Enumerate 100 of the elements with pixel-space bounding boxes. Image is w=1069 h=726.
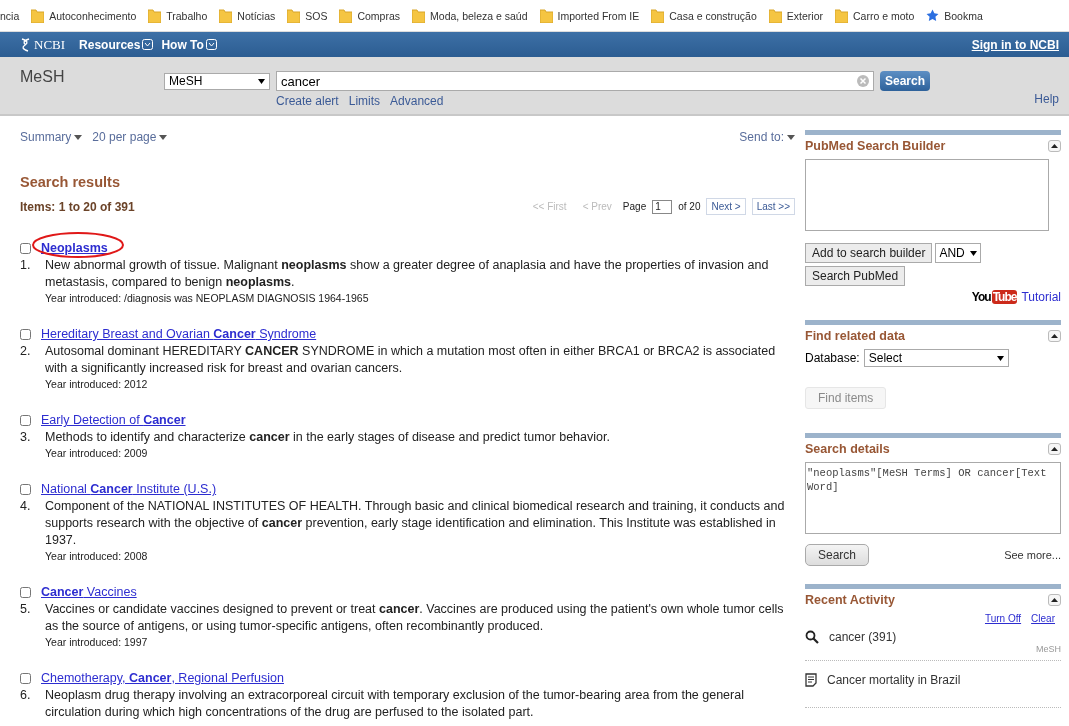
- link[interactable]: Turn Off: [984, 613, 1022, 624]
- send-to-dropdown[interactable]: Send to:: [739, 130, 795, 144]
- folder-icon: [835, 8, 848, 23]
- recent-search-link[interactable]: cancer (391): [829, 630, 897, 644]
- link[interactable]: Create alert: [276, 94, 339, 108]
- bookmark[interactable]: Casa e construção: [651, 8, 757, 23]
- search-pubmed-button[interactable]: Search PubMed: [805, 266, 906, 286]
- pager-button[interactable]: Last >>: [751, 198, 795, 215]
- collapse-icon: [1051, 334, 1058, 338]
- result-number: 1.: [20, 257, 32, 274]
- bookmark[interactable]: Moda, beleza e saúd: [412, 8, 528, 23]
- result-description: New abnormal growth of tissue. Malignant neoplasms show a greater degree of anaplasia and have the properties of invasion and metastasis, compared to benign neoplasms.: [45, 257, 770, 291]
- result-title-link[interactable]: Early Detection of Cancer: [41, 413, 186, 427]
- folder-icon: [148, 8, 162, 23]
- panel-title: Find related data: [805, 329, 906, 343]
- page-label: Page: [622, 201, 647, 212]
- add-button[interactable]: Add to search builder: [805, 243, 933, 263]
- bookmark[interactable]: Autoconhecimento: [31, 8, 137, 23]
- search-field[interactable]: cancer: [276, 71, 874, 91]
- folder-icon: [539, 8, 553, 23]
- dropdown-icon: [996, 355, 1004, 361]
- menu-dropdown[interactable]: How To: [161, 37, 217, 52]
- link[interactable]: Advanced: [390, 94, 444, 108]
- database-title: MeSH: [20, 68, 66, 87]
- result-title-link[interactable]: Cancer Vaccines: [41, 585, 137, 599]
- checkbox[interactable]: [20, 242, 31, 254]
- collapse-icon: [1051, 144, 1058, 148]
- page-field[interactable]: 1: [652, 199, 673, 214]
- collapse-icon: [1051, 598, 1058, 602]
- items-count: Items: 1 to 20 of 391: [20, 199, 135, 214]
- result-number: 6.: [20, 687, 32, 704]
- help-link[interactable]: Help: [1034, 92, 1059, 106]
- bookmark[interactable]: Trabalho: [148, 8, 208, 23]
- collapse-button[interactable]: [1048, 594, 1061, 606]
- ncbi-logo[interactable]: NCBI: [20, 36, 66, 53]
- bookmark[interactable]: Compras: [339, 8, 401, 23]
- query-field[interactable]: "neoplasms"[MeSH Terms] OR cancer[Text Word]: [805, 462, 1061, 534]
- bookmark[interactable]: Bookma: [926, 9, 983, 22]
- pager-button[interactable]: Next >: [706, 198, 746, 215]
- link[interactable]: Limits: [348, 94, 381, 108]
- folder-icon: [31, 8, 45, 23]
- search-icon: [805, 630, 819, 644]
- caret-icon: [159, 134, 168, 140]
- sign-in-link[interactable]: Sign in to NCBI: [971, 37, 1059, 52]
- operator-select[interactable]: AND: [935, 243, 981, 263]
- year-introduced: Year introduced: 2009: [45, 446, 149, 461]
- document-icon: [805, 673, 817, 687]
- folder-icon: [412, 8, 426, 23]
- per-page-dropdown[interactable]: 20 per page: [92, 130, 168, 144]
- checkbox[interactable]: [20, 483, 31, 495]
- panel-title: Recent Activity: [805, 593, 895, 607]
- dropdown-icon: [258, 78, 265, 84]
- result-title-link[interactable]: Chemotherapy, Cancer, Regional Perfusion: [41, 671, 284, 685]
- year-introduced: Year introduced: 2012: [45, 377, 149, 392]
- result-description: Vaccines or candidate vaccines designed to prevent or treat cancer. Vaccines are produced using the patient's own whole tumor cells as the source of antigens, or using tumor-specific antigens, often recombinantly produced.: [45, 601, 785, 635]
- dna-icon: [20, 37, 31, 52]
- tutorial-link[interactable]: Tutorial: [1021, 290, 1061, 304]
- format-dropdown[interactable]: Summary: [20, 130, 83, 144]
- year-introduced: Year introduced: /diagnosis was NEOPLASM DIAGNOSIS 1964-1965: [45, 291, 370, 306]
- link[interactable]: Clear: [1031, 613, 1055, 624]
- bookmark[interactable]: ncia: [0, 9, 20, 22]
- collapse-icon: [1051, 447, 1058, 451]
- result-title-link[interactable]: Hereditary Breast and Ovarian Cancer Syndrome: [41, 327, 317, 341]
- collapse-button[interactable]: [1048, 443, 1061, 455]
- folder-icon: [768, 8, 782, 23]
- bookmark[interactable]: Imported From IE: [539, 8, 640, 23]
- database-select[interactable]: MeSH: [164, 72, 270, 90]
- result-title-link[interactable]: National Cancer Institute (U.S.): [41, 482, 217, 496]
- menu-dropdown[interactable]: Resources: [79, 37, 154, 52]
- bookmark[interactable]: SOS: [287, 8, 328, 23]
- folder-icon: [651, 8, 665, 23]
- recent-item-link[interactable]: Cancer mortality in Brazil: [827, 673, 961, 687]
- result-description: Autosomal dominant HEREDITARY CANCER SYNDROME in which a mutation most often in either BRCA1 or BRCA2 is associated with a significantly increased risk for breast and ovarian cancers.: [45, 343, 777, 377]
- collapse-button[interactable]: [1048, 330, 1061, 342]
- folder-icon: [287, 8, 301, 23]
- search-button[interactable]: Search: [880, 71, 931, 91]
- bookmark[interactable]: Carro e moto: [835, 8, 915, 23]
- result-number: 4.: [20, 498, 32, 515]
- result-number: 3.: [20, 429, 32, 446]
- bookmark[interactable]: Notícias: [219, 8, 276, 23]
- database-label: MeSH: [1035, 644, 1061, 654]
- result-description: Methods to identify and characterize cancer in the early stages of disease and predict tumor behavior.: [45, 429, 610, 446]
- star-icon: [926, 9, 940, 22]
- checkbox[interactable]: [20, 586, 31, 598]
- collapse-button[interactable]: [1048, 140, 1061, 152]
- bookmark[interactable]: Exterior: [768, 8, 823, 23]
- see-more-link[interactable]: See more...: [1004, 549, 1061, 561]
- checkbox[interactable]: [20, 672, 31, 684]
- search-button[interactable]: Search: [805, 544, 870, 566]
- caret-icon: [74, 134, 83, 140]
- clear-icon: [857, 75, 869, 87]
- chevron-icon: [142, 39, 154, 50]
- search-builder-field[interactable]: [805, 159, 1049, 231]
- page-total: of 20: [678, 201, 701, 212]
- panel-title: Search details: [805, 442, 890, 456]
- caret-icon: [787, 134, 795, 140]
- checkbox[interactable]: [20, 328, 31, 340]
- result-description: Neoplasm drug therapy involving an extracorporeal circuit with temporary exclusion of the tumor-bearing area from the general circulation during which high concentrations of the drug are perfused to the isolated part.: [45, 687, 745, 721]
- result-number: 2.: [20, 343, 32, 360]
- checkbox[interactable]: [20, 414, 31, 426]
